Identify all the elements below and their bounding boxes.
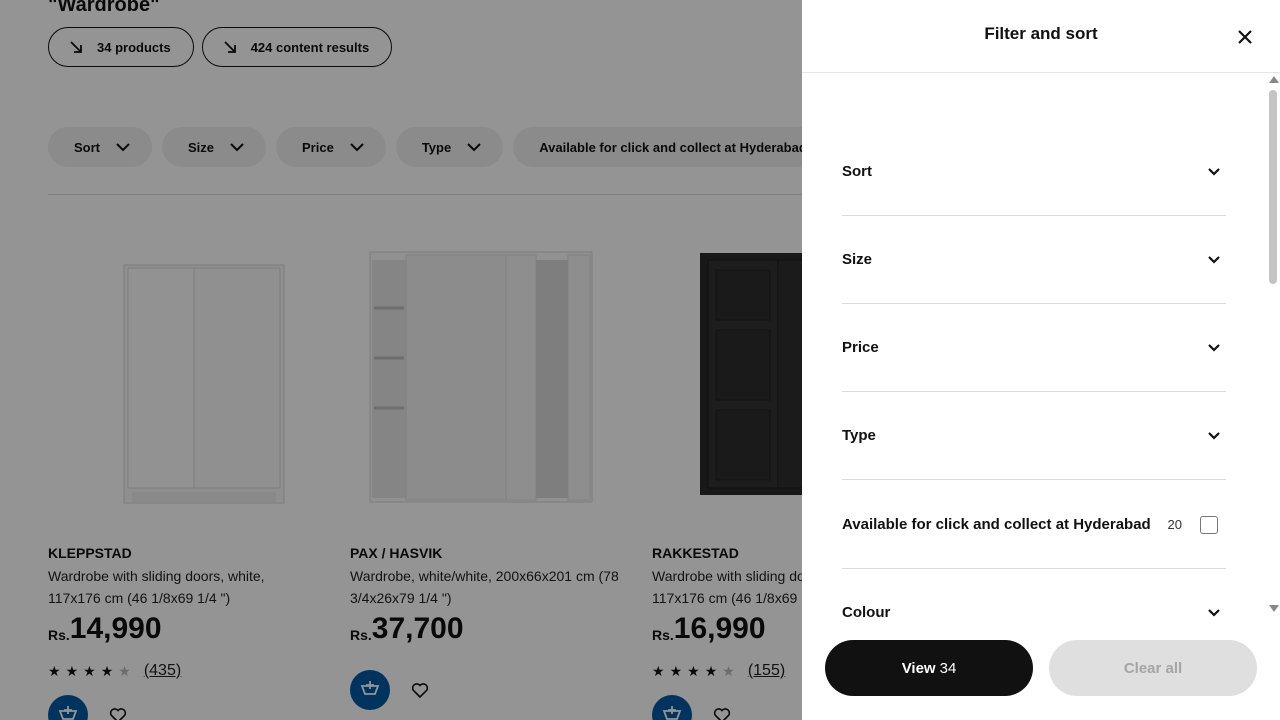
accordion-size[interactable]: Size	[842, 216, 1226, 304]
accordion-label: Size	[842, 251, 873, 268]
filter-sections: Sort Size Price Type Available for click…	[802, 73, 1280, 620]
accordion-sort[interactable]: Sort	[842, 128, 1226, 216]
accordion-price[interactable]: Price	[842, 304, 1226, 392]
clear-all-button[interactable]: Clear all	[1049, 640, 1257, 696]
chevron-down-icon	[1208, 255, 1220, 264]
clear-all-label: Clear all	[1123, 659, 1183, 677]
accordion-label: Type	[842, 427, 876, 444]
click-collect-checkbox[interactable]	[1200, 515, 1218, 534]
click-collect-controls: 20	[1167, 515, 1226, 534]
view-results-button[interactable]: View 34	[825, 640, 1033, 696]
scroll-up-arrow[interactable]	[1269, 76, 1279, 83]
chevron-down-icon	[1208, 608, 1220, 617]
chevron-down-icon	[1208, 343, 1220, 352]
modal-header: Filter and sort	[802, 0, 1280, 73]
view-button-count: 34	[939, 659, 957, 677]
chevron-down-icon	[1208, 431, 1220, 440]
accordion-type[interactable]: Type	[842, 392, 1226, 480]
scroll-thumb[interactable]	[1269, 90, 1277, 284]
modal-title: Filter and sort	[984, 24, 1098, 43]
view-button-label: View	[901, 659, 936, 677]
accordion-label: Sort	[842, 163, 872, 180]
chevron-down-icon	[1208, 167, 1220, 176]
click-collect-label: Available for click and collect at Hyder…	[842, 516, 1151, 533]
scroll-down-arrow[interactable]	[1269, 605, 1279, 612]
filter-sort-modal: Filter and sort Sort Size Price Type Ava…	[802, 0, 1280, 720]
modal-scrollbar[interactable]	[1266, 73, 1280, 620]
click-collect-count: 20	[1167, 517, 1182, 532]
close-icon	[1238, 30, 1252, 44]
click-collect-filter-row[interactable]: Available for click and collect at Hyder…	[842, 481, 1226, 569]
accordion-colour[interactable]: Colour	[842, 569, 1226, 620]
close-button[interactable]	[1232, 24, 1258, 50]
accordion-label: Price	[842, 339, 879, 356]
accordion-label: Colour	[842, 604, 891, 620]
modal-footer: View 34 Clear all	[802, 620, 1280, 720]
